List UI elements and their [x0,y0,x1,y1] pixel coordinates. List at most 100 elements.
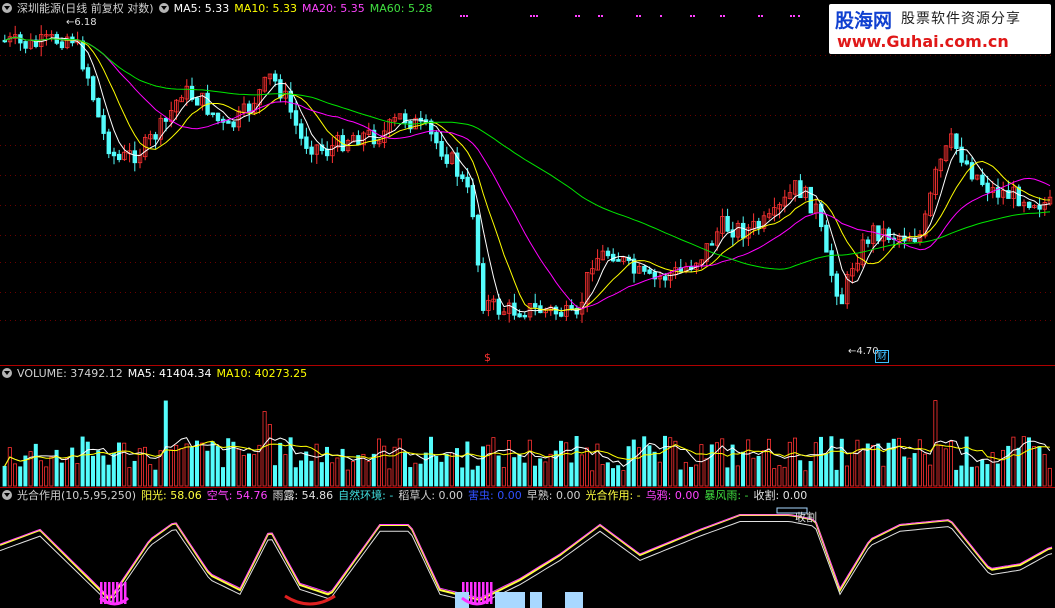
volume-bar [200,442,205,487]
finance-marker[interactable]: 财 [875,350,889,363]
volume-bar [402,452,407,487]
volume-bar [439,461,444,487]
candle-body [309,146,314,155]
volume-bar [449,452,454,487]
air-line [0,514,1053,599]
candle-body [91,76,96,101]
volume-bar [985,464,990,487]
collapse-icon[interactable] [2,368,12,378]
ma20-value: MA20: 5.35 [302,2,365,15]
guhai-logo: 股海网 股票软件资源分享 www.Guhai.com.cn [829,4,1051,54]
signal-dot [758,15,760,17]
collapse-icon[interactable] [2,490,12,500]
volume-bar [715,442,720,487]
candle-body [59,41,65,49]
candle-body [559,312,564,317]
candle-body [2,39,7,43]
volume-bar [1037,446,1042,487]
signal-dot [720,15,722,17]
volume-bar [163,400,168,487]
volume-bar [376,438,381,487]
volume-bar [585,447,590,487]
candle-body [117,153,122,161]
candle-body [663,276,668,281]
volume-bar [418,463,423,487]
candle-body [356,135,361,146]
volume-bar [543,461,548,487]
event-marker-icon[interactable]: $ [484,351,491,364]
ma10-value: MA10: 5.33 [234,2,298,15]
candle-body [298,123,304,139]
logo-slogan: 股票软件资源分享 [901,11,1021,27]
photo-marker [474,582,477,604]
collapse-icon[interactable] [2,3,12,13]
signal-dot [575,15,577,17]
volume-bar [657,461,662,487]
volume-bar [897,437,902,487]
volume-bar [845,465,850,487]
volume-bar [871,445,876,487]
candle-body [642,265,647,272]
volume-bar [694,464,699,487]
candle-body [163,117,169,122]
collapse-icon[interactable] [158,3,169,13]
volume-bar [283,454,288,487]
candle-body [470,185,475,218]
storm-arc [284,594,336,606]
candle-body [132,150,137,164]
volume-bar [179,448,184,487]
volume-bar [293,467,298,487]
volume-bar [413,462,418,487]
candle-body [709,243,715,246]
volume-bar [475,465,480,487]
candle-body [111,151,117,157]
volume-bar [210,441,215,487]
volume-bar [631,439,636,487]
chart-canvas[interactable] [0,0,1055,608]
volume-bar [335,457,340,487]
volume-bar [652,451,657,487]
volume-bar [278,442,283,487]
signal-dot [660,15,662,17]
candle-body [829,250,834,276]
signal-dot [530,15,532,17]
rain-value: 雨露: 54.86 [272,489,334,502]
volume-bar [319,462,324,487]
volume-bar [49,456,54,487]
volume-bar [923,453,928,487]
volume-bar [709,444,714,487]
volume-bar [12,463,17,487]
candle-body [194,97,200,106]
candle-body [1037,205,1042,210]
volume-bar [663,435,668,487]
volume-bar [704,458,709,487]
volume-bar [127,467,132,487]
volume-bar [855,439,860,487]
candle-body [272,73,278,82]
volume-bar [683,461,688,487]
signal-dot [463,15,465,17]
pest-value: 害虫: 0.00 [468,489,522,502]
volume-bar [65,458,70,487]
volume-bar [1016,447,1021,487]
volume-bar [1042,453,1047,487]
volume-bar [96,450,101,487]
volume-bar [725,467,730,487]
signal-dot [636,15,638,17]
high-price-label: ←6.18 [66,17,97,28]
volume-bar [18,466,23,487]
volume-bar [689,466,694,487]
volume-bar [949,441,954,487]
photo-marker [116,582,119,604]
volume-bar [174,444,179,487]
volume-bar [808,461,813,487]
volume-bar [834,469,839,487]
volume-bar [616,465,621,487]
photo-marker [108,582,111,604]
volume-bar [917,439,922,487]
volume-bar [772,468,777,487]
candle-body [725,216,730,232]
volume-bar [189,446,194,487]
volume-bar [231,441,236,487]
candle-body [439,140,444,157]
